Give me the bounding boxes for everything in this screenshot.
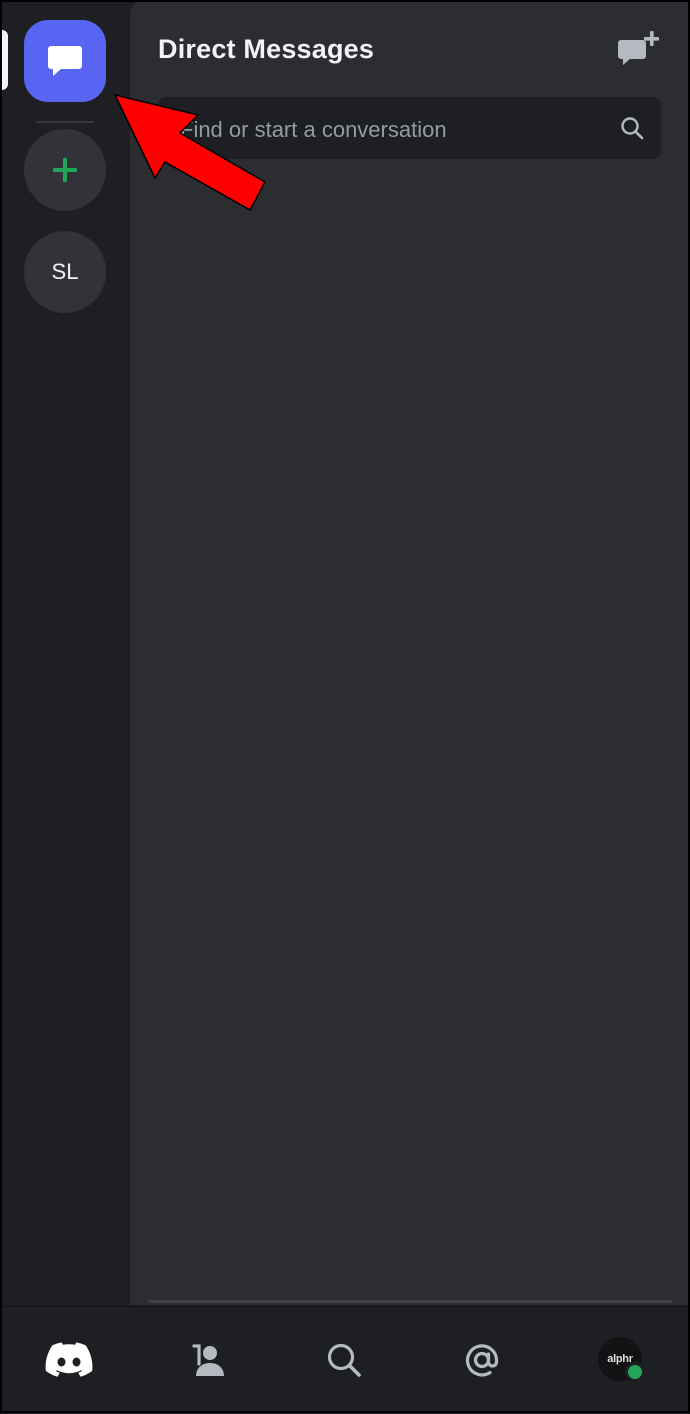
mentions-icon: [465, 1344, 499, 1377]
panel-divider: [148, 1300, 672, 1303]
server-icon-sl[interactable]: SL: [24, 231, 106, 313]
selected-indicator: [0, 30, 8, 90]
new-dm-button[interactable]: [617, 30, 661, 70]
search-icon: [621, 117, 644, 140]
nav-search-button[interactable]: [319, 1335, 369, 1385]
add-server-button[interactable]: [24, 129, 106, 211]
direct-messages-button[interactable]: [24, 20, 106, 102]
search-icon: [327, 1343, 361, 1377]
nav-friends-button[interactable]: [183, 1335, 233, 1385]
server-label: SL: [51, 259, 79, 284]
bottom-navigation: alphr: [0, 1306, 690, 1414]
profile-avatar[interactable]: alphr: [598, 1337, 645, 1382]
online-status-badge: [625, 1362, 645, 1382]
new-message-icon: [618, 31, 659, 65]
chat-bubble-icon: [48, 46, 82, 76]
nav-home-button[interactable]: [44, 1335, 94, 1385]
annotation-arrow-icon: [113, 93, 267, 212]
plus-icon: [53, 158, 77, 182]
nav-mentions-button[interactable]: [457, 1335, 507, 1385]
rail-separator: [36, 121, 94, 123]
friends-icon: [192, 1344, 224, 1376]
page-title: Direct Messages: [158, 34, 375, 64]
discord-home-icon: [45, 1342, 93, 1377]
